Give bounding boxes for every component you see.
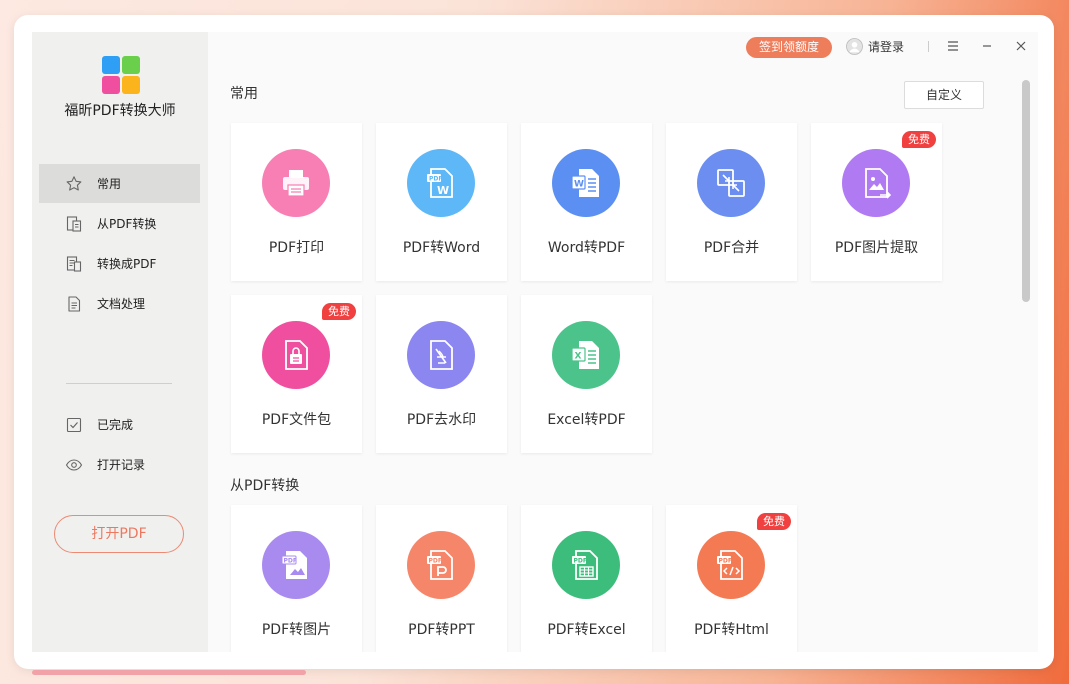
tool-card-label: PDF转Word (402, 240, 481, 256)
file-package-icon (262, 321, 330, 389)
sidebar-item-completed[interactable]: 已完成 (39, 405, 200, 444)
topbar-separator (928, 41, 929, 52)
sidebar-divider (66, 383, 172, 384)
customize-button[interactable]: 自定义 (904, 81, 984, 109)
sidebar-item-label: 已完成 (97, 418, 134, 432)
tool-card-excel-to-pdf[interactable]: X Excel转PDF (521, 295, 652, 453)
tool-card-label: PDF去水印 (406, 412, 477, 428)
word-to-pdf-icon: W (552, 149, 620, 217)
minimize-icon[interactable] (979, 38, 995, 54)
tool-card-label: PDF转图片 (261, 622, 332, 638)
check-square-icon (66, 417, 82, 432)
tool-card-pdf-to-word[interactable]: PDF W PDF转Word (376, 123, 507, 281)
sidebar-item-common[interactable]: 常用 (39, 164, 200, 203)
sidebar-item-from-pdf[interactable]: 从PDF转换 (39, 204, 200, 243)
tool-card-pdf-image-extract[interactable]: PDF图片提取 免费 (811, 123, 942, 281)
tool-card-label: Word转PDF (547, 240, 626, 256)
doc-convert-from-icon (66, 215, 82, 232)
pdf-to-html-icon: PDF (697, 531, 765, 599)
close-icon[interactable] (1013, 38, 1029, 54)
tool-card-pdf-to-ppt[interactable]: PDF PDF转PPT (376, 505, 507, 652)
login-label: 请登录 (868, 40, 905, 54)
doc-convert-to-icon (66, 255, 82, 272)
sidebar-item-label: 打开记录 (97, 458, 146, 472)
tool-card-label: PDF打印 (268, 240, 325, 256)
tool-card-label: PDF转Excel (547, 622, 626, 638)
checkin-button[interactable]: 签到领额度 (746, 37, 832, 58)
merge-icon (697, 149, 765, 217)
tool-card-pdf-print[interactable]: PDF打印 (231, 123, 362, 281)
tool-card-label: PDF合并 (703, 240, 760, 256)
tool-card-pdf-to-html[interactable]: PDF PDF转Html 免费 (666, 505, 797, 652)
tool-card-pdf-remove-watermark[interactable]: PDF去水印 (376, 295, 507, 453)
pdf-to-excel-icon: PDF (552, 531, 620, 599)
document-icon (68, 295, 81, 312)
svg-text:PDF: PDF (429, 176, 442, 183)
free-badge: 免费 (757, 513, 791, 530)
tool-card-label: PDF文件包 (261, 412, 332, 428)
svg-text:W: W (574, 180, 584, 190)
tool-card-pdf-to-excel[interactable]: PDF PDF转Excel (521, 505, 652, 652)
remove-watermark-icon (407, 321, 475, 389)
app-title: 福昕PDF转换大师 (64, 103, 176, 119)
svg-text:PDF: PDF (719, 558, 732, 565)
menu-icon[interactable] (945, 38, 961, 54)
svg-text:PDF: PDF (429, 558, 442, 565)
section-title-common: 常用 (230, 86, 258, 102)
pdf-to-word-icon: PDF W (407, 149, 475, 217)
image-extract-icon (842, 149, 910, 217)
app-logo-icon (102, 56, 140, 94)
sidebar-item-label: 文档处理 (97, 297, 146, 311)
svg-text:W: W (437, 184, 449, 197)
user-avatar-icon (846, 38, 863, 55)
tool-card-word-to-pdf[interactable]: W Word转PDF (521, 123, 652, 281)
pdf-to-ppt-icon: PDF (407, 531, 475, 599)
tool-card-pdf-merge[interactable]: PDF合并 (666, 123, 797, 281)
printer-icon (262, 149, 330, 217)
free-badge: 免费 (902, 131, 936, 148)
eye-icon (65, 458, 83, 471)
tool-card-label: PDF转PPT (408, 622, 475, 638)
sidebar-item-label: 从PDF转换 (97, 217, 157, 231)
sidebar-item-document[interactable]: 文档处理 (39, 284, 200, 323)
free-badge: 免费 (322, 303, 356, 320)
tool-card-label: PDF图片提取 (834, 240, 919, 256)
svg-text:X: X (575, 352, 582, 362)
vertical-scrollbar[interactable] (1022, 80, 1030, 302)
excel-to-pdf-icon: X (552, 321, 620, 389)
section-title-from-pdf: 从PDF转换 (230, 478, 300, 494)
svg-text:PDF: PDF (284, 558, 297, 565)
taskbar-strip (32, 670, 306, 675)
main-content: 常用 自定义 PDF打印 PDF W PDF转Word W Word转PDF PD… (208, 32, 1038, 652)
tool-card-pdf-to-image[interactable]: PDF PDF转图片 (231, 505, 362, 652)
sidebar-item-label: 转换成PDF (97, 257, 157, 271)
login-button[interactable]: 请登录 (846, 38, 904, 55)
star-icon (66, 175, 82, 191)
tool-card-label: Excel转PDF (547, 412, 626, 428)
sidebar-item-label: 常用 (97, 177, 122, 191)
sidebar: 福昕PDF转换大师 常用 从PDF转换 转换成PDF 文档处理 已完成 打开记录… (32, 32, 208, 652)
sidebar-item-to-pdf[interactable]: 转换成PDF (39, 244, 200, 283)
pdf-to-image-icon: PDF (262, 531, 330, 599)
sidebar-item-open-history[interactable]: 打开记录 (39, 445, 200, 484)
svg-text:PDF: PDF (574, 558, 587, 565)
tool-card-pdf-file-package[interactable]: PDF文件包 免费 (231, 295, 362, 453)
tool-card-label: PDF转Html (694, 622, 769, 638)
open-pdf-button[interactable]: 打开PDF (54, 515, 184, 553)
